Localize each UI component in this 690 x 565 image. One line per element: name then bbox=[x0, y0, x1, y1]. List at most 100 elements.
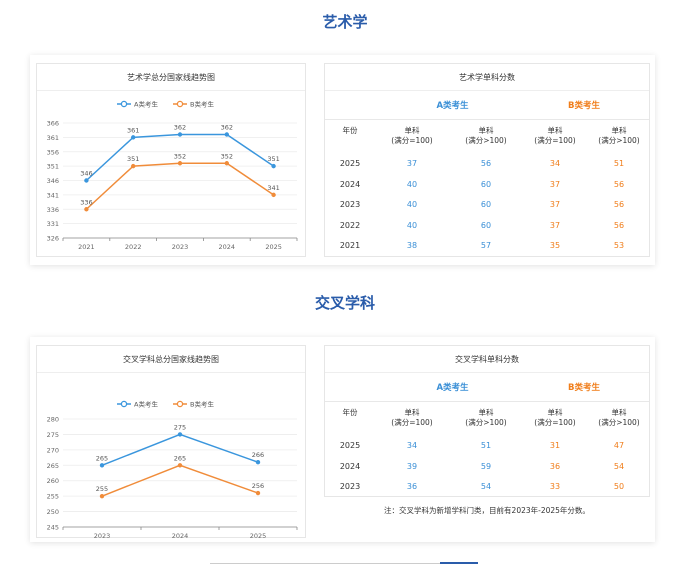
y-tick-label: 336 bbox=[47, 206, 59, 214]
cell-a-gt: 59 bbox=[480, 461, 492, 471]
y-tick-label: 341 bbox=[47, 191, 59, 199]
data-point bbox=[130, 163, 136, 169]
pager-active-indicator[interactable] bbox=[440, 562, 478, 564]
cell-b-gt: 56 bbox=[613, 220, 625, 230]
art-group-b-label: B类考生 bbox=[568, 101, 600, 111]
cell-b-gt: 56 bbox=[613, 200, 625, 209]
art-section-card: 艺术学总分国家线趋势图 A类考生 B类考生 326 331 336 341 346 351 35… bbox=[30, 55, 655, 265]
cross-col-b100: 单科 (满分=100) bbox=[534, 408, 576, 427]
data-label: 256 bbox=[252, 482, 264, 490]
data-label: 362 bbox=[174, 124, 186, 132]
cross-chart-title: 交叉学科总分国家线趋势图 bbox=[37, 346, 305, 373]
cell-b100: 34 bbox=[549, 159, 561, 168]
cell-a100: 40 bbox=[406, 179, 418, 189]
legend-marker bbox=[176, 100, 184, 108]
y-tick-label: 255 bbox=[47, 493, 59, 501]
cell-year: 2024 bbox=[339, 461, 361, 471]
cross-col-bgt100: 单科 (满分>100) bbox=[598, 408, 640, 427]
table-row: 2023 36 54 33 50 bbox=[325, 477, 649, 497]
cross-section-card: 交叉学科总分国家线趋势图 A类考生 B类考生 245 250 255 260 265 270 2… bbox=[30, 337, 655, 542]
legend-label: A类考生 bbox=[134, 100, 158, 109]
pager-track bbox=[210, 563, 440, 564]
data-label: 255 bbox=[96, 485, 108, 493]
cell-b100: 37 bbox=[549, 200, 561, 209]
cross-column-header: 年份 单科 (满分=100) 单科 (满分>100) 单科 (满分=100) 单… bbox=[325, 408, 649, 430]
legend-label: B类考生 bbox=[190, 100, 214, 109]
cell-year: 2022 bbox=[339, 220, 361, 230]
section-title-cross: 交叉学科 bbox=[314, 294, 375, 312]
cell-a100: 40 bbox=[406, 200, 418, 209]
data-point bbox=[255, 459, 261, 465]
cell-b-gt: 47 bbox=[613, 441, 625, 450]
cell-year: 2021 bbox=[339, 241, 361, 250]
cell-b-gt: 54 bbox=[613, 461, 625, 471]
y-tick-label: 326 bbox=[47, 235, 59, 243]
legend-marker bbox=[120, 100, 128, 108]
legend-label: B类考生 bbox=[190, 400, 214, 409]
y-tick-label: 356 bbox=[47, 148, 59, 156]
x-tick-label: 2023 bbox=[172, 243, 189, 251]
cross-col-a100: 单科 (满分=100) bbox=[391, 408, 433, 427]
data-label: 336 bbox=[80, 198, 92, 206]
art-col-bgt100: 单科 (满分>100) bbox=[598, 126, 640, 145]
cell-b-gt: 53 bbox=[613, 241, 625, 250]
data-point bbox=[130, 135, 136, 140]
cross-note: 注：交叉学科为新增学科门类，目前有2023年-2025年分数。 bbox=[384, 506, 590, 515]
cell-a100: 37 bbox=[406, 159, 418, 168]
x-tick-label: 2025 bbox=[250, 532, 267, 538]
legend-label: A类考生 bbox=[134, 400, 158, 409]
cell-a100: 36 bbox=[406, 482, 418, 491]
table-row: 2022 40 60 37 56 bbox=[325, 216, 649, 236]
table-row: 2023 40 60 37 56 bbox=[325, 195, 649, 215]
y-tick-label: 346 bbox=[47, 177, 59, 185]
cell-a100: 38 bbox=[406, 241, 418, 250]
art-col-year: 年份 bbox=[342, 126, 358, 135]
art-column-header: 年份 单科 (满分=100) 单科 (满分>100) 单科 (满分=100) 单… bbox=[325, 126, 649, 148]
table-row: 2024 40 60 37 56 bbox=[325, 175, 649, 195]
y-tick-label: 280 bbox=[47, 416, 59, 424]
y-tick-label: 275 bbox=[47, 431, 59, 439]
cross-line-chart: A类考生 B类考生 245 250 255 260 265 270 275 280 2023 2024… bbox=[47, 400, 298, 538]
cross-group-a-label: A类考生 bbox=[436, 383, 469, 393]
x-tick-label: 2023 bbox=[94, 532, 111, 538]
x-tick-label: 2024 bbox=[172, 532, 189, 538]
data-point bbox=[224, 132, 229, 137]
x-tick-label: 2022 bbox=[125, 243, 142, 251]
art-col-b100: 单科 (满分=100) bbox=[534, 126, 576, 145]
table-row: 2021 38 57 35 53 bbox=[325, 236, 649, 256]
art-table-card: 艺术学单科分数 A类考生 B类考生 年份 单科 (满分=100) 单科 (满分>… bbox=[324, 63, 650, 257]
y-tick-label: 250 bbox=[47, 508, 59, 516]
cell-a-gt: 57 bbox=[480, 241, 492, 250]
data-point bbox=[84, 207, 89, 212]
art-chart-card: 艺术学总分国家线趋势图 A类考生 B类考生 326 331 336 341 346 351 35… bbox=[36, 63, 306, 257]
cell-year: 2023 bbox=[339, 200, 361, 209]
section-title-art: 艺术学 bbox=[322, 13, 368, 31]
cell-year: 2025 bbox=[339, 159, 361, 168]
cell-a100: 34 bbox=[406, 441, 418, 450]
data-label: 351 bbox=[267, 155, 279, 163]
data-point bbox=[271, 163, 276, 169]
data-point bbox=[224, 161, 229, 166]
art-group-a-label: A类考生 bbox=[436, 101, 469, 111]
data-point bbox=[177, 132, 183, 137]
cell-b100: 35 bbox=[549, 241, 561, 250]
art-line-chart: A类考生 B类考生 326 331 336 341 346 351 356 361 366 2021 2… bbox=[47, 100, 298, 251]
table-row: 2024 39 59 36 54 bbox=[325, 457, 649, 477]
cell-a-gt: 56 bbox=[480, 159, 492, 168]
cross-table-title: 交叉学科单科分数 bbox=[325, 346, 649, 373]
data-label: 346 bbox=[80, 170, 92, 178]
y-tick-label: 331 bbox=[47, 220, 59, 228]
art-chart-title: 艺术学总分国家线趋势图 bbox=[37, 64, 305, 91]
cell-b-gt: 50 bbox=[613, 482, 625, 491]
cell-year: 2025 bbox=[339, 441, 361, 450]
art-col-agt100: 单科 (满分>100) bbox=[465, 126, 507, 145]
y-tick-label: 366 bbox=[47, 120, 59, 128]
table-row: 2025 34 51 31 47 bbox=[325, 436, 649, 456]
cell-a100: 39 bbox=[406, 461, 418, 471]
cross-chart-card: 交叉学科总分国家线趋势图 A类考生 B类考生 245 250 255 260 265 270 2… bbox=[36, 345, 306, 538]
x-tick-label: 2021 bbox=[78, 243, 95, 251]
cell-a-gt: 60 bbox=[480, 220, 492, 230]
cell-year: 2023 bbox=[339, 482, 361, 491]
cell-a-gt: 60 bbox=[480, 200, 492, 209]
legend-marker bbox=[120, 400, 128, 408]
